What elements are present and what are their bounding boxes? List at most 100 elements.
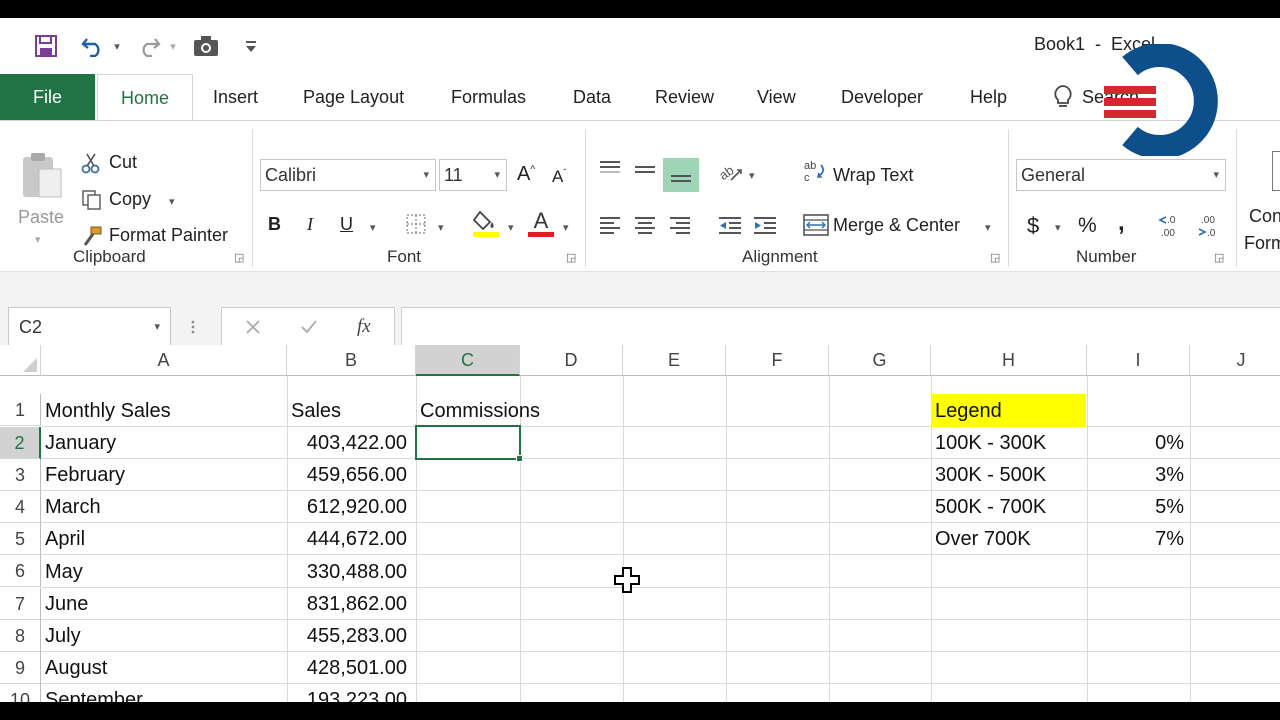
number-launcher-icon[interactable]: ◲ [1214,251,1224,264]
column-header-f[interactable]: F [726,345,829,376]
active-cell-c2[interactable] [415,425,521,460]
paste-dropdown-icon[interactable]: ▾ [35,233,41,246]
cell-b7[interactable]: 831,862.00 [287,588,411,620]
cell-h3[interactable]: 300K - 500K [931,459,1087,491]
tab-view[interactable]: View [757,74,796,120]
align-right-icon[interactable] [667,213,693,237]
increase-font-size-icon[interactable]: A^ [517,163,535,186]
increase-decimal-icon[interactable]: .0.00 [1157,211,1187,239]
row-header-2[interactable]: 2 [0,427,41,459]
conditional-formatting-label-1[interactable]: Con [1249,206,1280,227]
cell-b6[interactable]: 330,488.00 [287,556,411,588]
tab-home[interactable]: Home [97,74,193,122]
middle-align-icon[interactable] [632,159,658,183]
fill-handle[interactable] [516,455,523,462]
column-header-i[interactable]: I [1087,345,1190,376]
tab-developer[interactable]: Developer [841,74,923,120]
cell-b10[interactable]: 193,223.00 [287,684,411,702]
number-format-select[interactable]: General ▾ [1016,159,1226,191]
formula-bar-splitter[interactable] [191,319,195,335]
top-align-icon[interactable] [597,157,623,181]
merge-dropdown-icon[interactable]: ▾ [985,221,991,234]
align-center-icon[interactable] [632,213,658,237]
column-header-c[interactable]: C [416,345,520,376]
increase-indent-icon[interactable] [751,213,779,237]
currency-dropdown-icon[interactable]: ▾ [1055,221,1061,234]
conditional-formatting-label-2[interactable]: Form [1244,233,1280,254]
column-header-b[interactable]: B [287,345,416,376]
cell-a1[interactable]: Monthly Sales [41,395,287,427]
column-header-d[interactable]: D [520,345,623,376]
cell-i5[interactable]: 7% [1087,523,1188,555]
cell-b2[interactable]: 403,422.00 [287,427,411,459]
cell-b4[interactable]: 612,920.00 [287,491,411,523]
redo-icon[interactable] [136,32,162,60]
percent-button[interactable]: % [1078,214,1097,238]
cell-i2[interactable]: 0% [1087,427,1188,459]
cell-b8[interactable]: 455,283.00 [287,620,411,652]
copy-button[interactable]: Copy [109,189,151,210]
select-all-corner[interactable] [0,345,41,376]
cell-b5[interactable]: 444,672.00 [287,523,411,555]
enter-check-icon[interactable] [298,316,320,338]
column-header-h[interactable]: H [931,345,1087,376]
cell-a8[interactable]: July [41,620,287,652]
bold-button[interactable]: B [268,214,281,235]
align-left-icon[interactable] [597,213,623,237]
cell-a5[interactable]: April [41,523,287,555]
italic-button[interactable]: I [307,214,313,235]
cancel-icon[interactable] [242,316,264,338]
tab-data[interactable]: Data [573,74,611,120]
cell-c1[interactable]: Commissions [416,395,616,427]
column-header-j[interactable]: J [1190,345,1280,376]
orientation-dropdown-icon[interactable]: ▾ [749,169,755,182]
cut-button[interactable]: Cut [109,152,137,173]
row-header-6[interactable]: 6 [0,555,41,587]
row-header-4[interactable]: 4 [0,491,41,523]
cell-b9[interactable]: 428,501.00 [287,652,411,684]
cell-h1[interactable]: Legend [931,395,1087,427]
fill-color-icon[interactable] [472,208,500,238]
undo-icon[interactable] [80,32,106,60]
fill-color-dropdown-icon[interactable]: ▾ [508,221,514,234]
cell-a2[interactable]: January [41,427,287,459]
font-color-icon[interactable]: A [527,208,555,238]
cell-a3[interactable]: February [41,459,287,491]
merge-center-button[interactable]: Merge & Center [833,215,960,236]
cell-a9[interactable]: August [41,652,287,684]
underline-button[interactable]: U [340,214,353,235]
alignment-launcher-icon[interactable]: ◲ [990,251,1000,264]
font-family-select[interactable]: Calibri ▾ [260,159,436,191]
row-header-3[interactable]: 3 [0,459,41,491]
redo-dropdown-icon[interactable]: ▾ [166,32,180,60]
tab-file[interactable]: File [0,74,95,120]
currency-button[interactable]: $ [1027,213,1039,239]
comma-style-button[interactable]: , [1118,209,1125,237]
column-header-e[interactable]: E [623,345,726,376]
paste-icon[interactable] [18,151,66,201]
row-header-9[interactable]: 9 [0,652,41,684]
formula-input[interactable] [401,307,1280,347]
customize-qat-icon[interactable] [242,32,260,60]
tab-formulas[interactable]: Formulas [451,74,526,120]
cell-i3[interactable]: 3% [1087,459,1188,491]
clipboard-launcher-icon[interactable]: ◲ [234,251,244,264]
column-header-a[interactable]: A [41,345,287,376]
name-box[interactable]: C2 ▾ [8,307,171,347]
cell-a6[interactable]: May [41,556,287,588]
cell-a4[interactable]: March [41,491,287,523]
copy-dropdown-icon[interactable]: ▾ [169,195,175,208]
row-header-7[interactable]: 7 [0,588,41,620]
cell-i4[interactable]: 5% [1087,491,1188,523]
cell-h4[interactable]: 500K - 700K [931,491,1087,523]
decrease-indent-icon[interactable] [716,213,744,237]
save-icon[interactable] [32,32,60,60]
decrease-decimal-icon[interactable]: .00.0 [1195,211,1225,239]
font-launcher-icon[interactable]: ◲ [566,251,576,264]
tab-review[interactable]: Review [655,74,714,120]
bottom-align-icon[interactable] [663,158,699,192]
name-box-dropdown-icon[interactable]: ▾ [154,308,160,346]
undo-dropdown-icon[interactable]: ▾ [110,32,124,60]
font-color-dropdown-icon[interactable]: ▾ [563,221,569,234]
borders-dropdown-icon[interactable]: ▾ [438,221,444,234]
